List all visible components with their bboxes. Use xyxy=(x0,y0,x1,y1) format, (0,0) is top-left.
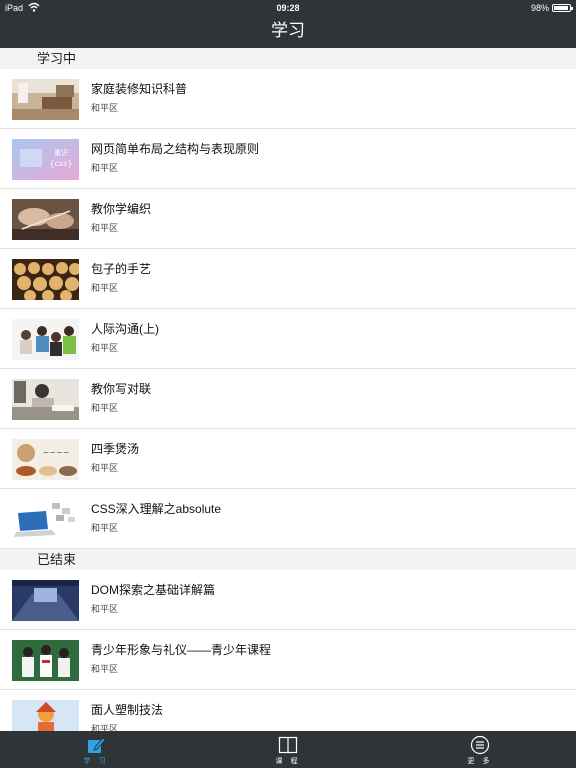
course-thumbnail xyxy=(12,580,79,621)
tab-label: 课 程 xyxy=(275,758,301,765)
tab-label: 更 多 xyxy=(467,758,493,765)
list-item[interactable]: 教你写对联 和平区 xyxy=(0,369,576,429)
tab-study[interactable]: 学 习 xyxy=(0,731,192,768)
course-title: 四季煲汤 xyxy=(91,442,140,456)
course-location: 和平区 xyxy=(91,403,119,413)
section-header-finished: 已结束 xyxy=(0,549,576,570)
navigation-bar: 学习 xyxy=(0,16,576,48)
course-location: 和平区 xyxy=(91,283,119,293)
list-item[interactable]: 重识 {css} 网页简单布局之结构与表现原则 和平区 xyxy=(0,129,576,189)
course-thumbnail xyxy=(12,79,79,120)
list-item[interactable]: 家庭装修知识科普 和平区 xyxy=(0,69,576,129)
course-location: 和平区 xyxy=(91,724,119,731)
tab-more[interactable]: 更 多 xyxy=(384,731,576,768)
section-header-in-progress: 学习中 xyxy=(0,48,576,69)
battery-icon xyxy=(552,4,573,12)
section-title: 学习中 xyxy=(37,51,77,66)
course-thumbnail xyxy=(12,499,79,540)
course-thumbnail: ~~~~ xyxy=(12,439,79,480)
course-thumbnail xyxy=(12,319,79,360)
course-title: 青少年形象与礼仪——青少年课程 xyxy=(91,643,272,657)
tab-bar: 学 习 课 程 更 多 xyxy=(0,731,576,768)
course-title: 教你写对联 xyxy=(91,382,152,396)
course-thumbnail xyxy=(12,640,79,681)
course-thumbnail: 重识 {css} xyxy=(12,139,79,180)
course-location: 和平区 xyxy=(91,523,119,533)
list-item[interactable]: 人际沟通(上) 和平区 xyxy=(0,309,576,369)
course-location: 和平区 xyxy=(91,103,119,113)
course-title: 家庭装修知识科普 xyxy=(91,82,188,96)
course-thumbnail xyxy=(12,700,79,731)
status-time: 09:28 xyxy=(276,3,300,13)
battery-percent: 98% xyxy=(530,3,549,13)
tab-courses[interactable]: 课 程 xyxy=(192,731,384,768)
status-bar: iPad 09:28 98% xyxy=(0,0,576,16)
course-location: 和平区 xyxy=(91,223,119,233)
list-item[interactable]: ~~~~ 四季煲汤 和平区 xyxy=(0,429,576,489)
course-title: 包子的手艺 xyxy=(91,262,152,276)
course-thumbnail xyxy=(12,199,79,240)
tab-label: 学 习 xyxy=(83,758,109,765)
course-list[interactable]: 学习中 家庭装修知识科普 和平区 重识 {css} 网页简单布局之结构与表现原则… xyxy=(0,48,576,731)
course-title: 人际沟通(上) xyxy=(91,322,159,336)
course-title: 网页简单布局之结构与表现原则 xyxy=(91,142,260,156)
course-thumbnail xyxy=(12,259,79,300)
menu-circle-icon xyxy=(470,735,490,755)
course-title: 面人塑制技法 xyxy=(91,703,164,717)
course-location: 和平区 xyxy=(91,664,119,674)
list-item[interactable]: 包子的手艺 和平区 xyxy=(0,249,576,309)
section-title: 已结束 xyxy=(37,552,77,567)
course-title: DOM探索之基础详解篇 xyxy=(91,583,215,597)
course-location: 和平区 xyxy=(91,343,119,353)
course-thumbnail xyxy=(12,379,79,420)
list-item[interactable]: DOM探索之基础详解篇 和平区 xyxy=(0,570,576,630)
svg-text:重识: 重识 xyxy=(54,149,68,157)
course-title: CSS深入理解之absolute xyxy=(91,502,222,516)
course-location: 和平区 xyxy=(91,604,119,614)
book-icon xyxy=(278,736,298,754)
list-item[interactable]: 教你学编织 和平区 xyxy=(0,189,576,249)
course-location: 和平区 xyxy=(91,463,119,473)
edit-icon xyxy=(88,737,106,753)
course-title: 教你学编织 xyxy=(91,202,152,216)
list-item[interactable]: 面人塑制技法 和平区 xyxy=(0,690,576,731)
svg-text:{css}: {css} xyxy=(50,159,73,168)
course-location: 和平区 xyxy=(91,163,119,173)
list-item[interactable]: 青少年形象与礼仪——青少年课程 和平区 xyxy=(0,630,576,690)
svg-text:~~~~: ~~~~ xyxy=(43,448,70,457)
page-title: 学习 xyxy=(271,21,305,40)
list-item[interactable]: CSS深入理解之absolute 和平区 xyxy=(0,489,576,549)
